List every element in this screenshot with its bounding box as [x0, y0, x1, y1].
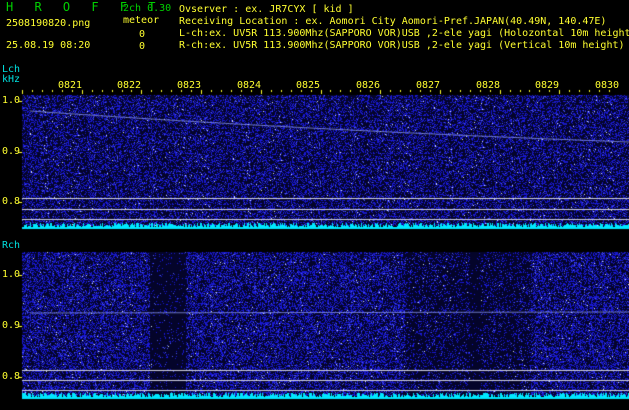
- lch-unit: kHz: [2, 74, 21, 85]
- time-label: 0829: [535, 80, 560, 91]
- lch-tick-1: 1.0: [2, 95, 21, 106]
- datetime: 25.08.19 08:20: [6, 40, 91, 51]
- filename: 2508190820.png: [6, 18, 91, 29]
- lch-tick-2: 0.9: [2, 146, 21, 157]
- rch-tick-2: 0.9: [2, 320, 21, 331]
- channel-info: 2ch 0.30: [123, 3, 172, 14]
- time-label: 0827: [416, 80, 441, 91]
- rch-label: Rch: [2, 240, 21, 251]
- detect-label: meteor: [123, 15, 160, 26]
- rch-tick-1: 1.0: [2, 269, 21, 280]
- time-label: 0830: [595, 80, 620, 91]
- location-text: Receiving Location : ex. Aomori City Aom…: [179, 16, 607, 27]
- time-label: 0821: [58, 80, 83, 91]
- l-channel-text: L-ch:ex. UV5R 113.900Mhz(SAPPORO VOR)USB…: [179, 28, 629, 39]
- lch-tick-3: 0.8: [2, 196, 21, 207]
- rch-tick-3: 0.8: [2, 371, 21, 382]
- time-label: 0826: [356, 80, 381, 91]
- r-count: 0: [139, 41, 146, 52]
- observer-text: Ovserver : ex. JR7CYX [ kid ]: [179, 4, 354, 15]
- time-label: 0823: [177, 80, 202, 91]
- time-label: 0825: [296, 80, 321, 91]
- time-label: 0828: [476, 80, 501, 91]
- time-label: 0822: [117, 80, 142, 91]
- r-channel-text: R-ch:ex. UV5R 113.900Mhz(SAPPORO VOR)USB…: [179, 40, 625, 51]
- l-count: 0: [139, 29, 146, 40]
- time-label: 0824: [237, 80, 262, 91]
- spectrogram-canvas: [0, 0, 629, 410]
